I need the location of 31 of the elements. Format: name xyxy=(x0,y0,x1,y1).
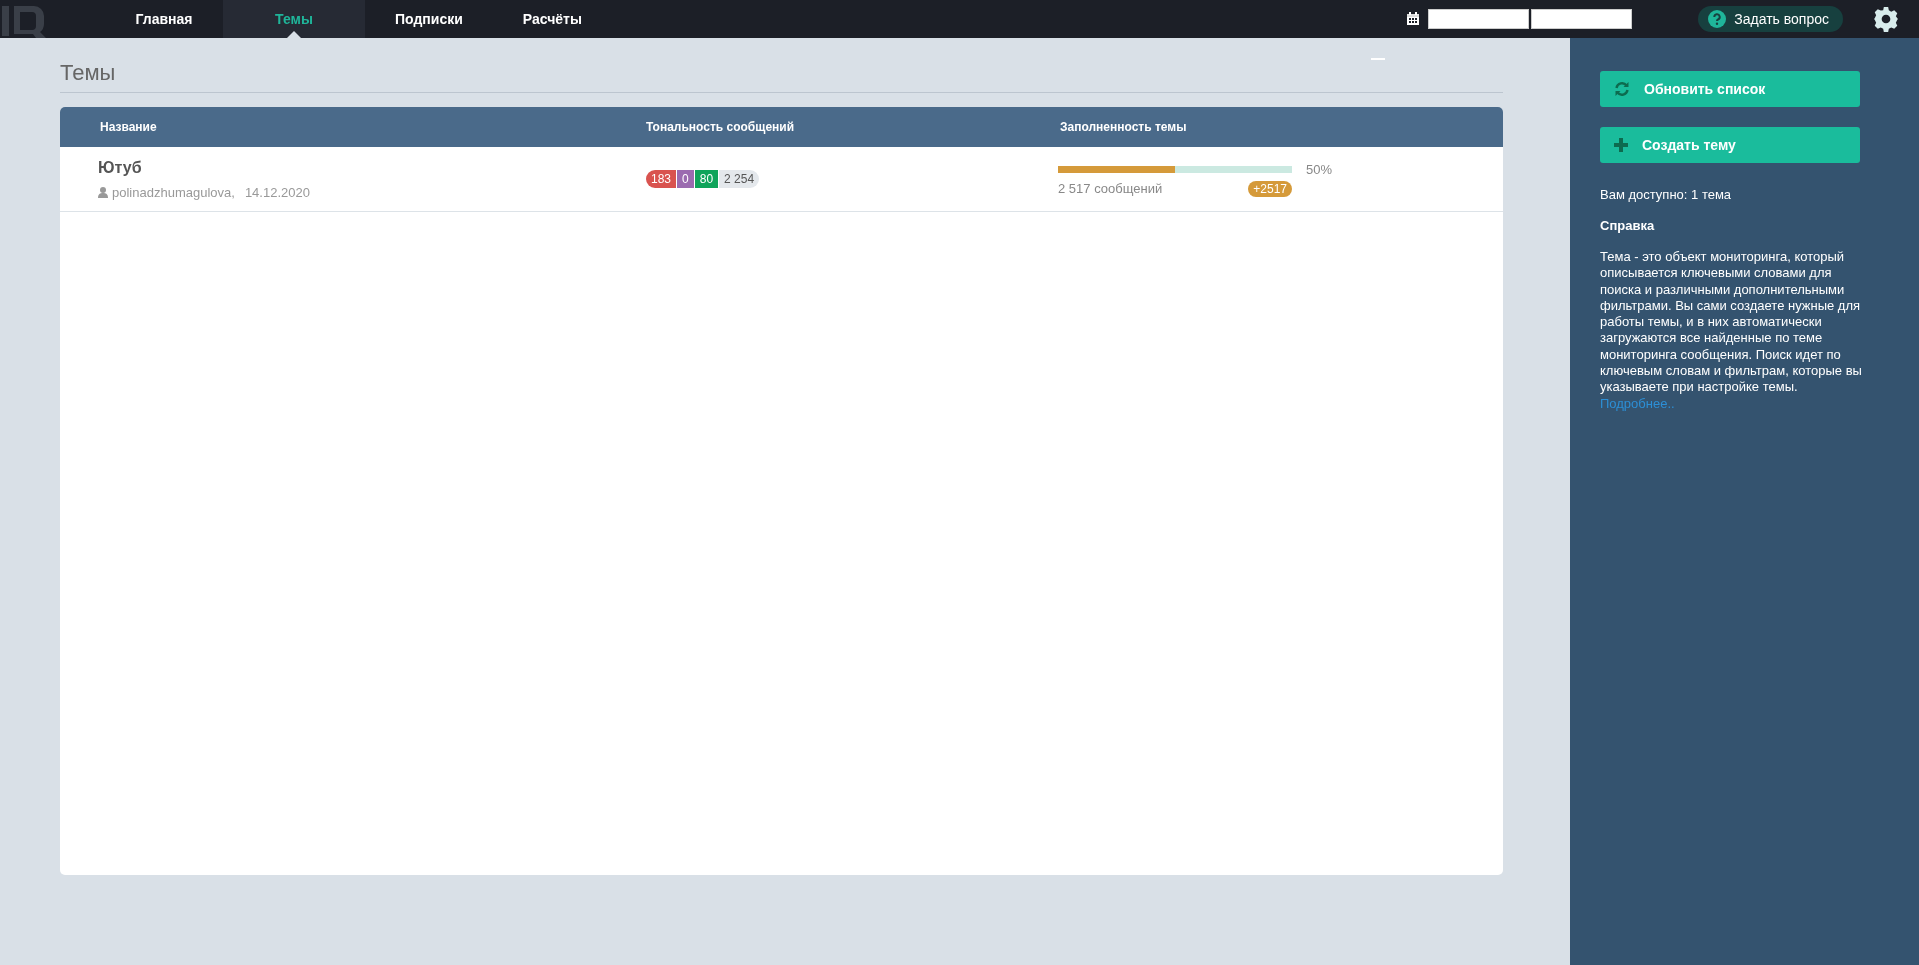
nav-tab[interactable]: Главная xyxy=(105,0,223,38)
column-header: Тональность сообщений xyxy=(646,120,796,134)
sentiment-count: 2 254 xyxy=(719,170,760,188)
quota-text: Вам доступно: 1 тема xyxy=(1600,187,1733,202)
topic-author: polinadzhumagulova, xyxy=(112,184,235,200)
nav-tab[interactable]: Темы xyxy=(223,0,365,38)
page-title: Темы xyxy=(60,60,1503,93)
sentiment-count: 80 xyxy=(694,170,719,188)
topic-name[interactable]: Ютуб xyxy=(98,158,646,177)
help-text: Тема - это объект мониторинга, который описывается ключевыми словами для поиска и различными дополнительными фильтрами. Вы сами создаете нужные для работы темы, и в них автоматически загружаются все найденные по теме мониторинга сообщения. Поиск идет по ключевым словам и фильтрам, которые вы указываете при настройке темы. Подробнее.. xyxy=(1600,249,1862,412)
help-title: Справка xyxy=(1600,218,1656,233)
help-icon xyxy=(1708,10,1727,28)
ask-question-button[interactable]: Задать вопрос xyxy=(1698,6,1843,32)
refresh-icon xyxy=(1614,81,1630,97)
topic-date: 14.12.2020 xyxy=(244,184,310,200)
date-to-field[interactable] xyxy=(1531,9,1633,29)
new-count-badge: +2517 xyxy=(1248,180,1292,197)
sentiment-count: 0 xyxy=(677,170,694,188)
date-from-field[interactable] xyxy=(1428,9,1530,29)
user-icon xyxy=(98,186,108,198)
sentiment-count: 183 xyxy=(646,170,677,188)
column-header: Название xyxy=(100,120,158,134)
message-count: 2 517 сообщений xyxy=(1058,181,1163,196)
calendar-icon[interactable] xyxy=(1406,12,1421,26)
nav-tab[interactable]: Подписки xyxy=(365,0,493,38)
column-header: Заполненность темы xyxy=(1060,120,1188,134)
plus-icon xyxy=(1614,138,1628,152)
nav-tab[interactable]: Расчёты xyxy=(492,0,612,38)
fill-percent: 50% xyxy=(1306,161,1333,177)
settings-icon[interactable] xyxy=(1873,6,1899,32)
dash-mark xyxy=(1371,58,1385,60)
